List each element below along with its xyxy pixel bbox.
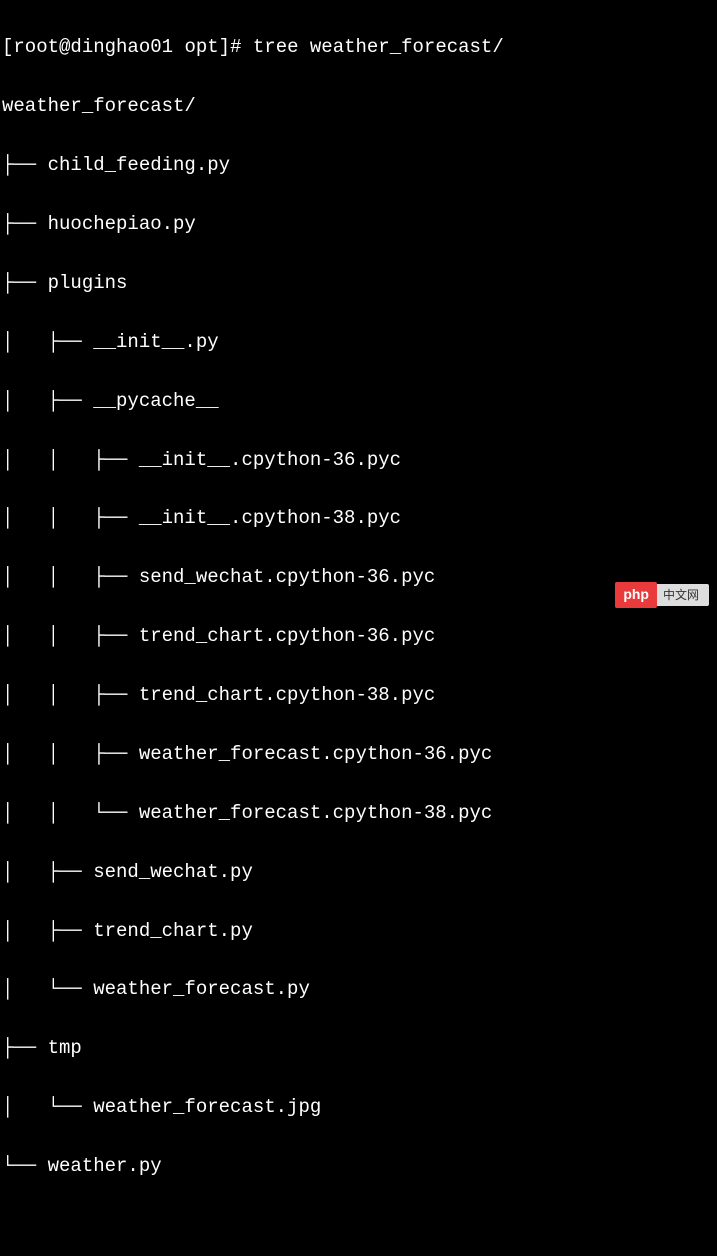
command-prompt-line: [root@dinghao01 opt]# tree weather_forec…: [2, 33, 715, 62]
tree-prefix: ├──: [2, 213, 48, 235]
tree-entry: │ └── weather_forecast.py: [2, 975, 715, 1004]
tree-prefix: │ ├──: [2, 861, 93, 883]
tree-prefix: │ ├──: [2, 920, 93, 942]
tree-entry: │ ├── trend_chart.py: [2, 917, 715, 946]
blank-line: [2, 1211, 715, 1240]
tree-filename: trend_chart.py: [93, 920, 253, 942]
prompt-symbol: #: [230, 36, 241, 58]
tree-filename: child_feeding.py: [48, 154, 230, 176]
tree-dirname: __pycache__: [93, 390, 218, 412]
tree-filename: huochepiao.py: [48, 213, 196, 235]
tree-entry: ├── tmp: [2, 1034, 715, 1063]
prompt-cwd: opt: [184, 36, 218, 58]
tree-entry: │ │ ├── trend_chart.cpython-38.pyc: [2, 681, 715, 710]
tree-prefix: │ │ ├──: [2, 507, 139, 529]
tree-prefix: │ │ ├──: [2, 743, 139, 765]
tree-filename: weather_forecast.py: [93, 978, 310, 1000]
tree-prefix: └──: [2, 1155, 48, 1177]
tree-entry: │ │ ├── __init__.cpython-36.pyc: [2, 446, 715, 475]
tree-prefix: │ ├──: [2, 390, 93, 412]
tree-filename: send_wechat.cpython-36.pyc: [139, 566, 435, 588]
tree-prefix: │ └──: [2, 978, 93, 1000]
tree-prefix: │ ├──: [2, 331, 93, 353]
tree-prefix: │ │ └──: [2, 802, 139, 824]
tree-entry: │ ├── __init__.py: [2, 328, 715, 357]
tree-filename: weather.py: [48, 1155, 162, 1177]
tree-prefix: │ │ ├──: [2, 625, 139, 647]
watermark-brand: php: [615, 582, 657, 608]
tree-entry: │ └── weather_forecast.jpg: [2, 1093, 715, 1122]
tree-filename: __init__.cpython-38.pyc: [139, 507, 401, 529]
tree-prefix: │ └──: [2, 1096, 93, 1118]
tree-prefix: ├──: [2, 154, 48, 176]
tree-prefix: ├──: [2, 272, 48, 294]
tree-entry: │ ├── send_wechat.py: [2, 858, 715, 887]
watermark-tail: 中文网: [657, 584, 709, 607]
tree-prefix: │ │ ├──: [2, 566, 139, 588]
tree-filename: weather_forecast.cpython-36.pyc: [139, 743, 492, 765]
tree-filename: __init__.py: [93, 331, 218, 353]
tree-filename: weather_forecast.jpg: [93, 1096, 321, 1118]
tree-entry: │ │ ├── weather_forecast.cpython-36.pyc: [2, 740, 715, 769]
command-text: tree weather_forecast/: [253, 36, 504, 58]
tree-entry: ├── plugins: [2, 269, 715, 298]
tree-entry: │ │ └── weather_forecast.cpython-38.pyc: [2, 799, 715, 828]
tree-entry: │ ├── __pycache__: [2, 387, 715, 416]
tree-entry: │ │ ├── __init__.cpython-38.pyc: [2, 504, 715, 533]
tree-prefix: ├──: [2, 1037, 48, 1059]
tree-prefix: │ │ ├──: [2, 684, 139, 706]
tree-filename: __init__.cpython-36.pyc: [139, 449, 401, 471]
tree-filename: trend_chart.cpython-36.pyc: [139, 625, 435, 647]
tree-entry: ├── huochepiao.py: [2, 210, 715, 239]
tree-entry: ├── child_feeding.py: [2, 151, 715, 180]
tree-filename: send_wechat.py: [93, 861, 253, 883]
tree-filename: weather_forecast.cpython-38.pyc: [139, 802, 492, 824]
prompt-user: root: [13, 36, 59, 58]
tree-filename: trend_chart.cpython-38.pyc: [139, 684, 435, 706]
tree-entry: │ │ ├── trend_chart.cpython-36.pyc: [2, 622, 715, 651]
terminal-output: [root@dinghao01 opt]# tree weather_forec…: [2, 4, 715, 1256]
watermark: php 中文网: [615, 582, 709, 608]
tree-prefix: │ │ ├──: [2, 449, 139, 471]
tree-entry: └── weather.py: [2, 1152, 715, 1181]
tree-entry: │ │ ├── send_wechat.cpython-36.pyc: [2, 563, 715, 592]
tree-root: weather_forecast/: [2, 92, 715, 121]
tree-dirname: plugins: [48, 272, 128, 294]
prompt-host: dinghao01: [70, 36, 173, 58]
tree-dirname: tmp: [48, 1037, 82, 1059]
